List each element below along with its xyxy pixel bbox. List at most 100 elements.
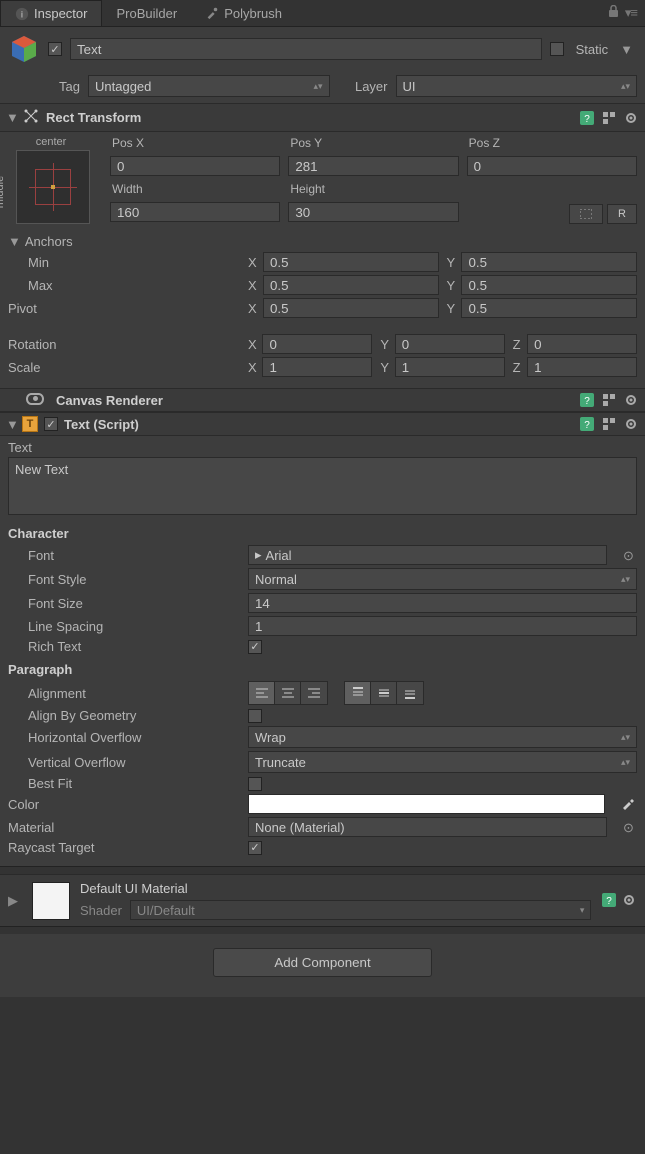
- pivot-y[interactable]: [461, 298, 637, 318]
- anchor-v-label: middle: [0, 176, 6, 208]
- foldout-icon[interactable]: ▼: [8, 234, 21, 249]
- font-field[interactable]: ▸Arial: [248, 545, 607, 565]
- rotation-label: Rotation: [8, 337, 238, 352]
- align-top-button[interactable]: [345, 682, 371, 704]
- static-dropdown-icon[interactable]: ▼: [616, 42, 637, 57]
- tag-layer-row: Tag Untagged ▴▾ Layer UI ▴▾: [0, 71, 645, 103]
- align-middle-button[interactable]: [371, 682, 397, 704]
- foldout-icon[interactable]: ▼: [6, 417, 16, 432]
- foldout-icon[interactable]: ▶: [8, 893, 22, 909]
- raycast-label: Raycast Target: [8, 840, 238, 855]
- font-style-label: Font Style: [8, 572, 238, 587]
- help-icon[interactable]: ?: [579, 416, 595, 432]
- align-left-button[interactable]: [249, 682, 275, 704]
- eyedropper-icon[interactable]: [621, 796, 637, 812]
- section-title: Rect Transform: [46, 110, 141, 125]
- preset-icon[interactable]: [601, 110, 617, 126]
- anchor-preset-button[interactable]: center middle: [8, 136, 94, 228]
- pos-z-label: Pos Z: [467, 136, 637, 150]
- material-label: Material: [8, 820, 238, 835]
- canvas-renderer-header[interactable]: Canvas Renderer ?: [0, 388, 645, 412]
- help-icon[interactable]: ?: [579, 110, 595, 126]
- gameobject-icon[interactable]: [8, 33, 40, 65]
- anchor-min-x[interactable]: [263, 252, 439, 272]
- pos-x-field[interactable]: [110, 156, 280, 176]
- preset-icon[interactable]: [601, 392, 617, 408]
- component-enabled-checkbox[interactable]: [44, 417, 58, 431]
- add-component-button[interactable]: Add Component: [213, 948, 431, 977]
- rot-y[interactable]: [395, 334, 505, 354]
- shader-select[interactable]: UI/Default▾: [130, 900, 591, 920]
- material-thumbnail[interactable]: [32, 882, 70, 920]
- best-fit-checkbox[interactable]: [248, 777, 262, 791]
- h-overflow-select[interactable]: Wrap▴▾: [248, 726, 637, 748]
- anchor-max-y[interactable]: [461, 275, 637, 295]
- info-icon: i: [15, 7, 29, 21]
- layer-label: Layer: [338, 79, 388, 94]
- scale-y[interactable]: [395, 357, 505, 377]
- brush-icon: [205, 6, 219, 20]
- scale-z[interactable]: [527, 357, 637, 377]
- font-style-select[interactable]: Normal▴▾: [248, 568, 637, 590]
- rot-z[interactable]: [527, 334, 637, 354]
- v-overflow-label: Vertical Overflow: [8, 755, 238, 770]
- layer-select[interactable]: UI ▴▾: [396, 75, 638, 97]
- blueprint-button[interactable]: [569, 204, 603, 224]
- anchor-max-x[interactable]: [263, 275, 439, 295]
- material-field[interactable]: None (Material): [248, 817, 607, 837]
- tag-value: Untagged: [95, 79, 151, 94]
- line-spacing-field[interactable]: [248, 616, 637, 636]
- rect-transform-header[interactable]: ▼ Rect Transform ?: [0, 103, 645, 132]
- color-field[interactable]: [248, 794, 605, 814]
- object-header: Static ▼: [0, 27, 645, 71]
- lock-icon[interactable]: [608, 5, 619, 21]
- align-geom-checkbox[interactable]: [248, 709, 262, 723]
- pos-y-field[interactable]: [288, 156, 458, 176]
- anchor-presets-icon: [22, 107, 40, 128]
- rot-x[interactable]: [262, 334, 372, 354]
- align-geom-label: Align By Geometry: [8, 708, 238, 723]
- tab-polybrush[interactable]: Polybrush: [191, 0, 296, 26]
- font-label: Font: [8, 548, 238, 563]
- enabled-checkbox[interactable]: [48, 42, 62, 56]
- help-icon[interactable]: ?: [579, 392, 595, 408]
- raw-edit-button[interactable]: R: [607, 204, 637, 224]
- pos-x-label: Pos X: [110, 136, 280, 150]
- height-field[interactable]: [288, 202, 458, 222]
- align-center-button[interactable]: [275, 682, 301, 704]
- help-icon[interactable]: ?: [601, 892, 617, 908]
- text-value-field[interactable]: [8, 457, 637, 515]
- rich-text-checkbox[interactable]: [248, 640, 262, 654]
- pos-z-field[interactable]: [467, 156, 637, 176]
- width-field[interactable]: [110, 202, 280, 222]
- panel-menu-icon[interactable]: ▾≡: [625, 5, 637, 21]
- object-picker-icon[interactable]: ⊙: [623, 820, 637, 834]
- static-checkbox[interactable]: [550, 42, 564, 56]
- eye-icon: [26, 393, 44, 408]
- tab-probuilder[interactable]: ProBuilder: [102, 0, 191, 26]
- gear-icon[interactable]: [623, 110, 639, 126]
- tag-select[interactable]: Untagged ▴▾: [88, 75, 330, 97]
- text-component-header[interactable]: ▼ T Text (Script) ?: [0, 412, 645, 436]
- line-spacing-label: Line Spacing: [8, 619, 238, 634]
- layer-value: UI: [403, 79, 416, 94]
- raycast-checkbox[interactable]: [248, 841, 262, 855]
- anchor-h-label: center: [36, 136, 67, 148]
- scale-x[interactable]: [262, 357, 372, 377]
- name-field[interactable]: [70, 38, 542, 60]
- v-overflow-select[interactable]: Truncate▴▾: [248, 751, 637, 773]
- align-bottom-button[interactable]: [397, 682, 423, 704]
- foldout-icon[interactable]: ▼: [6, 110, 16, 125]
- best-fit-label: Best Fit: [8, 776, 238, 791]
- align-right-button[interactable]: [301, 682, 327, 704]
- preset-icon[interactable]: [601, 416, 617, 432]
- anchor-min-y[interactable]: [461, 252, 637, 272]
- object-picker-icon[interactable]: ⊙: [623, 548, 637, 562]
- gear-icon[interactable]: [623, 416, 639, 432]
- gear-icon[interactable]: [621, 892, 637, 908]
- pivot-x[interactable]: [263, 298, 439, 318]
- font-size-field[interactable]: [248, 593, 637, 613]
- tab-inspector[interactable]: i Inspector: [0, 0, 102, 26]
- character-header: Character: [8, 526, 637, 541]
- gear-icon[interactable]: [623, 392, 639, 408]
